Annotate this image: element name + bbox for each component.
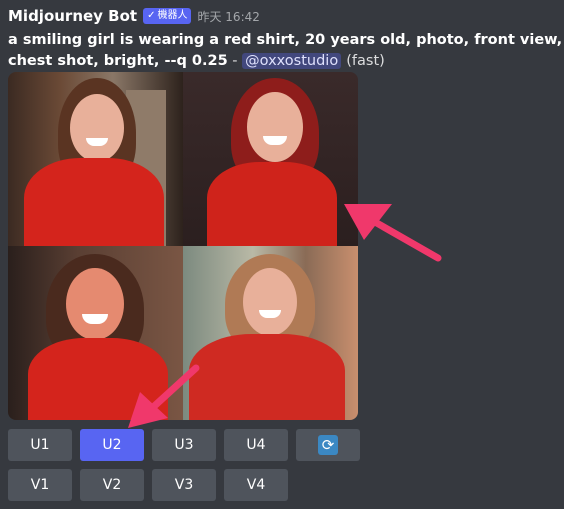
v4-button[interactable]: V4 <box>224 469 288 501</box>
message: Midjourney Bot ✓ 機器人 昨天 16:42 a smiling … <box>8 6 562 72</box>
red-shirt <box>24 158 164 246</box>
red-shirt <box>28 338 168 420</box>
u2-button[interactable]: U2 <box>80 429 144 461</box>
u4-button[interactable]: U4 <box>224 429 288 461</box>
v1-button[interactable]: V1 <box>8 469 72 501</box>
user-mention[interactable]: @oxxostudio <box>242 53 342 69</box>
red-shirt <box>189 334 345 420</box>
arrow-pointing-image-2 <box>344 204 442 262</box>
face <box>70 94 124 162</box>
image-tile-2[interactable] <box>183 72 358 246</box>
action-buttons: U1 U2 U3 U4 ⟳ V1 V2 V3 V4 <box>8 429 360 509</box>
check-icon: ✓ <box>147 10 156 21</box>
red-top <box>207 162 337 246</box>
face <box>66 268 124 340</box>
image-tile-3[interactable] <box>8 246 183 420</box>
variation-row: V1 V2 V3 V4 <box>8 469 360 501</box>
timestamp: 昨天 16:42 <box>197 9 260 24</box>
v3-button[interactable]: V3 <box>152 469 216 501</box>
image-tile-4[interactable] <box>183 246 358 420</box>
image-tile-1[interactable] <box>8 72 183 246</box>
upscale-row: U1 U2 U3 U4 ⟳ <box>8 429 360 461</box>
face <box>247 92 303 162</box>
face <box>243 268 297 336</box>
refresh-icon: ⟳ <box>318 435 338 455</box>
v2-button[interactable]: V2 <box>80 469 144 501</box>
separator: - <box>227 53 243 69</box>
message-content: a smiling girl is wearing a red shirt, 2… <box>8 30 564 72</box>
image-grid[interactable] <box>8 72 358 420</box>
message-header: Midjourney Bot ✓ 機器人 昨天 16:42 <box>8 6 560 26</box>
bot-badge: ✓ 機器人 <box>143 8 192 24</box>
bot-badge-label: 機器人 <box>157 10 188 21</box>
author-name[interactable]: Midjourney Bot <box>8 7 137 25</box>
mode-label: (fast) <box>346 53 385 69</box>
u1-button[interactable]: U1 <box>8 429 72 461</box>
u3-button[interactable]: U3 <box>152 429 216 461</box>
reroll-button[interactable]: ⟳ <box>296 429 360 461</box>
